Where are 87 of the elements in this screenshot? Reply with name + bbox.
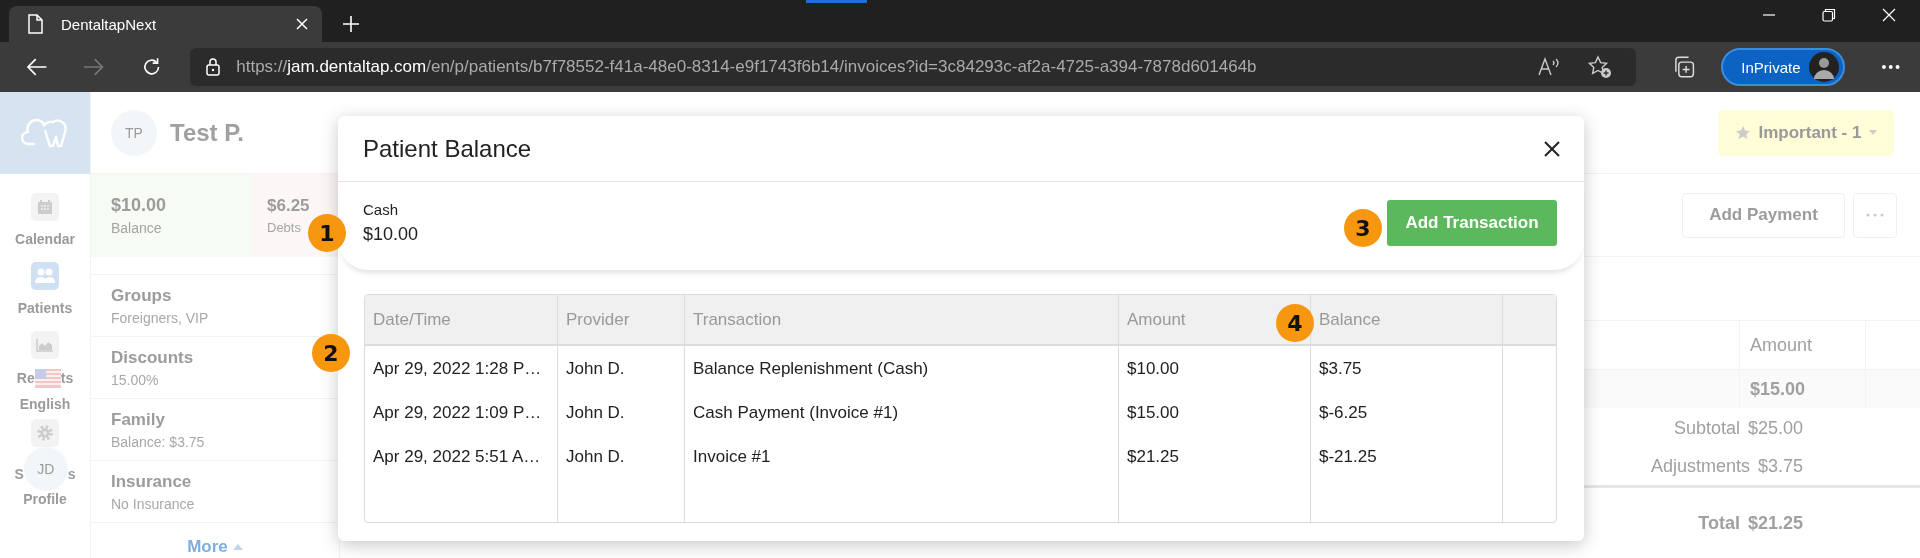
calendar-icon (37, 199, 53, 215)
total-label: Total (1698, 512, 1740, 534)
total-value: $3.75 (1757, 456, 1803, 477)
caret-up-icon (232, 544, 243, 550)
table-cell-text: Apr 29, 2022 1:09 P… (372, 402, 543, 424)
patient-avatar: TP (111, 109, 157, 156)
tooth-cloud-icon (21, 118, 69, 148)
column-header: Date/Time (365, 295, 558, 344)
total-label: Subtotal (1673, 417, 1740, 439)
column-header: Transaction (685, 295, 1119, 344)
nav-icon-tile[interactable] (31, 419, 59, 447)
gear-icon (36, 424, 54, 442)
table-cell-text: Apr 29, 2022 1:28 P… (372, 358, 543, 380)
table-cell-text: Cash Payment (Invoice #1) (692, 402, 900, 424)
detail-title: Insurance (111, 471, 192, 492)
table-cell-text: John D. (565, 358, 626, 380)
nav-label[interactable]: ts (60, 370, 74, 387)
nav-label[interactable]: Calendar (15, 231, 75, 248)
detail-value: Foreigners, VIP (111, 309, 209, 326)
more-icon (1865, 213, 1885, 217)
table-cell-text: Balance Replenishment (Cash) (692, 358, 930, 380)
stat-value: $6.25 (267, 196, 310, 216)
table-cell-text: John D. (565, 402, 626, 424)
collections-icon[interactable] (1672, 55, 1696, 79)
detail-value: 15.00% (111, 371, 159, 388)
favorite-add-icon[interactable] (1588, 55, 1612, 79)
nav-label[interactable]: Patients (17, 300, 73, 317)
nav-icon-tile[interactable] (31, 193, 59, 221)
people-icon (34, 268, 56, 284)
document-icon (27, 14, 43, 34)
new-tab-icon[interactable] (342, 15, 360, 33)
chart-icon (36, 338, 54, 352)
nav-label[interactable]: Re (16, 370, 35, 387)
detail-title: Discounts (111, 347, 194, 368)
lock-icon (206, 58, 221, 76)
table-cell-text: $-6.25 (1318, 402, 1369, 424)
table-cell-text: $3.75 (1318, 358, 1363, 380)
stat-label: Debts (267, 220, 301, 235)
column-header: Provider (558, 295, 685, 344)
restore-icon[interactable] (1822, 8, 1836, 22)
nav-label[interactable]: S (14, 465, 24, 483)
nav-label[interactable]: s (67, 465, 76, 483)
table-cell-text: John D. (565, 446, 626, 468)
total-label: Adjustments (1650, 456, 1750, 477)
detail-title: Family (111, 409, 165, 430)
detail-value: No Insurance (111, 495, 195, 512)
profile-avatar[interactable]: JD (23, 447, 68, 491)
close-icon[interactable] (1544, 140, 1560, 157)
more-icon[interactable] (1880, 64, 1900, 70)
inprivate-button[interactable]: InPrivate (1721, 48, 1845, 86)
callout-badge: 2 (312, 334, 350, 372)
total-value: $21.25 (1747, 512, 1803, 534)
table-cell-text: $10.00 (1126, 358, 1180, 380)
caret-icon (1869, 130, 1878, 135)
table-cell-text: $21.25 (1126, 446, 1180, 468)
nav-label[interactable]: Profile (23, 491, 67, 508)
table-cell-text: $15.00 (1126, 402, 1180, 424)
add-payment-button[interactable]: Add Payment (1682, 192, 1845, 238)
patient-name: Test P. (170, 118, 244, 147)
account-amount: $10.00 (363, 224, 419, 245)
dialog-title: Patient Balance (363, 134, 532, 163)
indicator-bar (806, 0, 867, 3)
avatar-icon (1808, 52, 1839, 82)
browser-tab[interactable]: DentaltapNext (9, 6, 322, 42)
add-transaction-button[interactable]: Add Transaction (1387, 200, 1557, 246)
table-cell-text: $-21.25 (1318, 446, 1378, 468)
more-link[interactable]: More (187, 537, 243, 557)
address-field[interactable]: https://jam.dentaltap.com/en/p/patients/b7f78552-f41a-48e0-8314-e9f1743f6b14/invoices?id=3c84293c-af2a-4725-a394-7878d601464b (190, 48, 1636, 86)
account-label: Cash (363, 201, 400, 218)
table-cell-text: Invoice #1 (692, 446, 772, 468)
important-button[interactable]: Important - 1 (1718, 109, 1894, 156)
table-cell-text: Apr 29, 2022 5:51 A… (372, 446, 542, 468)
tab-title: DentaltapNext (61, 15, 158, 33)
back-arrow-icon[interactable] (26, 57, 48, 77)
table-cell: $15.00 (1739, 370, 1866, 408)
nav-icon-tile[interactable] (31, 262, 59, 290)
detail-value: Balance: $3.75 (111, 433, 205, 450)
nav-icon-tile[interactable] (31, 331, 59, 359)
language-label[interactable]: English (19, 396, 71, 413)
stat-label: Balance (111, 220, 162, 236)
close-tab-icon[interactable] (296, 18, 308, 30)
total-value: $25.00 (1747, 417, 1803, 439)
stat-value: $10.00 (111, 195, 167, 216)
detail-title: Groups (111, 285, 172, 306)
read-aloud-icon[interactable] (1538, 57, 1562, 77)
star-icon (1734, 124, 1751, 141)
url-text: https://jam.dentaltap.com/en/p/patients/b7f78552-f41a-48e0-8314-e9f1743f6b14/invoices?id=3c84293c-af2a-4725-a394-7878d601464b (236, 57, 1257, 77)
